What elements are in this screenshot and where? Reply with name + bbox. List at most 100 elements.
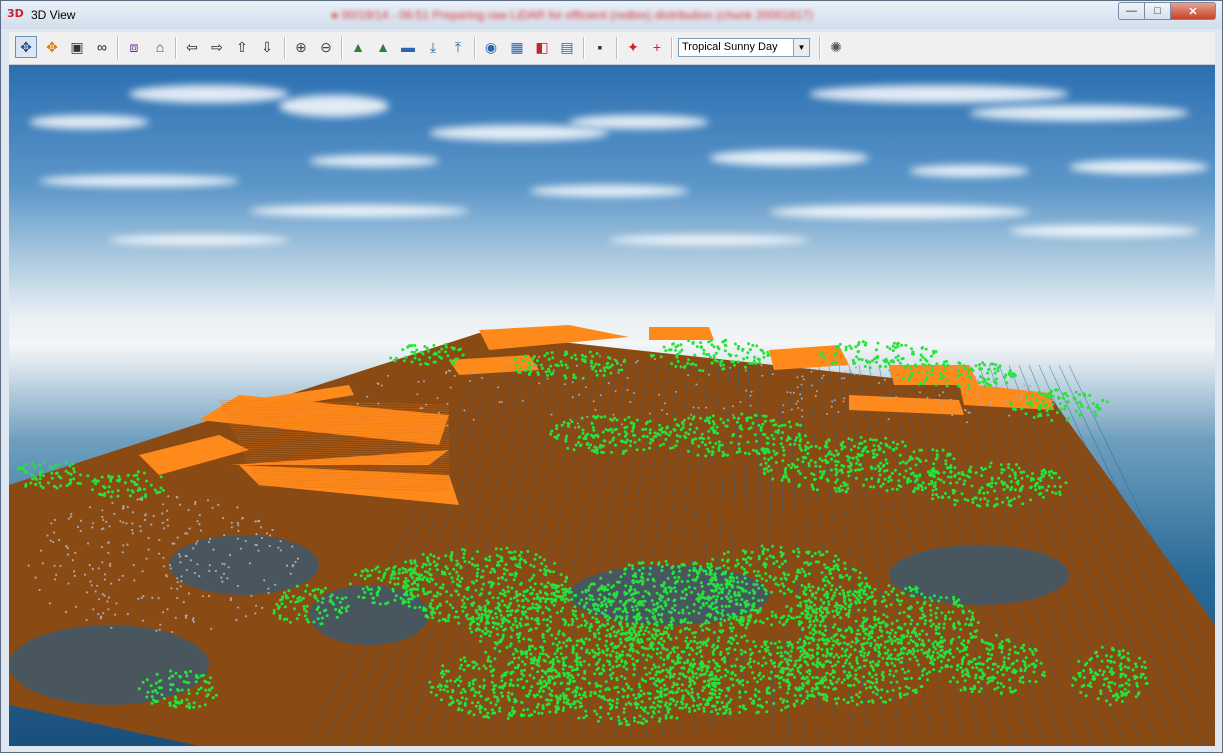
vegetation-point xyxy=(479,619,483,623)
binoculars-tool-button[interactable]: ∞ xyxy=(91,36,113,58)
title-bar[interactable]: 3D 3D View ● 00/19/14 - 06:51 Preparing … xyxy=(1,1,1222,29)
unclassified-point xyxy=(104,573,107,576)
arrow-down-button[interactable]: ⇩ xyxy=(256,36,278,58)
vegetation-point xyxy=(942,622,946,626)
zoom-out-button[interactable]: ⊖ xyxy=(315,36,337,58)
vegetation-point xyxy=(719,617,723,621)
vegetation-point xyxy=(471,682,475,686)
vegetation-point xyxy=(431,616,435,620)
vegetation-point xyxy=(783,573,787,577)
box-tool-button[interactable]: ⧈ xyxy=(123,36,145,58)
vegetation-point xyxy=(960,470,964,474)
vegetation-point xyxy=(694,631,697,634)
home-tool-button[interactable]: ⌂ xyxy=(149,36,171,58)
vegetation-point xyxy=(763,472,767,476)
record-tool-button[interactable]: ◧ xyxy=(531,36,553,58)
crosshair-red-button[interactable]: ✦ xyxy=(622,36,644,58)
vegetation-point xyxy=(699,673,703,677)
vegetation-point xyxy=(726,566,730,570)
unclassified-point xyxy=(150,523,153,526)
zoom-in-button[interactable]: ⊕ xyxy=(290,36,312,58)
raise-level-button[interactable]: ⤒ xyxy=(447,36,469,58)
vegetation-point xyxy=(971,500,975,504)
vegetation-point xyxy=(656,647,659,651)
vegetation-point xyxy=(953,473,957,477)
vegetation-point xyxy=(523,662,527,666)
vegetation-point xyxy=(625,720,628,723)
vegetation-point xyxy=(492,568,496,572)
vegetation-point xyxy=(779,646,783,649)
vegetation-point xyxy=(511,623,515,627)
vegetation-point xyxy=(882,595,885,599)
vegetation-point xyxy=(683,627,687,631)
crosshair-thin-button[interactable]: + xyxy=(646,36,668,58)
vegetation-point xyxy=(610,641,614,645)
vegetation-point xyxy=(699,341,702,345)
obscured-status-text: ● 00/19/14 - 06:51 Preparing raw LiDAR f… xyxy=(331,8,813,22)
unclassified-point xyxy=(854,366,857,369)
vegetation-point xyxy=(556,647,560,651)
vegetation-point xyxy=(646,654,650,657)
3d-viewport[interactable] xyxy=(9,65,1215,746)
vegetation-point xyxy=(702,603,705,607)
clapper-tool-button[interactable]: ▤ xyxy=(556,36,578,58)
settings-tool-button[interactable]: ✺ xyxy=(825,36,847,58)
unclassified-point xyxy=(97,598,101,601)
unclassified-point xyxy=(176,577,179,580)
vegetation-point xyxy=(709,581,713,585)
vegetation-point xyxy=(1045,488,1049,492)
arrow-left-button[interactable]: ⇦ xyxy=(181,36,203,58)
vegetation-point xyxy=(606,361,610,365)
move-tool-button[interactable]: ✥ xyxy=(41,36,63,58)
unclassified-point xyxy=(661,409,664,412)
terrain-view-1-button[interactable]: ▲ xyxy=(347,36,369,58)
unclassified-point xyxy=(147,536,150,540)
vegetation-point xyxy=(594,369,598,373)
vegetation-point xyxy=(896,442,900,446)
vegetation-point xyxy=(719,623,723,627)
movie-tool-button[interactable]: ▦ xyxy=(506,36,528,58)
layers-tool-button[interactable]: ▣ xyxy=(66,36,88,58)
dropdown-arrow-icon[interactable]: ▼ xyxy=(793,39,809,56)
vegetation-point xyxy=(614,646,618,649)
point-cloud-scene[interactable] xyxy=(9,65,1215,746)
maximize-button[interactable]: □ xyxy=(1145,2,1171,20)
close-button[interactable]: ✕ xyxy=(1171,2,1216,20)
vegetation-point xyxy=(902,475,906,479)
save-tool-button[interactable]: ▪ xyxy=(589,36,611,58)
sky-preset-dropdown[interactable]: Tropical Sunny Day ▼ xyxy=(678,38,810,57)
vegetation-point xyxy=(670,362,674,366)
vegetation-point xyxy=(875,348,878,352)
vegetation-point xyxy=(673,576,677,579)
vegetation-point xyxy=(624,632,628,636)
vegetation-point xyxy=(859,653,863,657)
vegetation-point xyxy=(859,596,863,600)
vegetation-point xyxy=(600,584,604,588)
pan-tool-button[interactable]: ✥ xyxy=(15,36,37,58)
arrow-up-button[interactable]: ⇧ xyxy=(231,36,253,58)
vegetation-point xyxy=(786,573,790,577)
unclassified-point xyxy=(85,618,88,622)
camera-tool-button[interactable]: ◉ xyxy=(480,36,502,58)
vegetation-point xyxy=(798,443,801,447)
vegetation-point xyxy=(744,589,748,593)
unclassified-point xyxy=(761,374,764,377)
vegetation-point xyxy=(808,604,812,608)
terrain-view-2-button[interactable]: ▲ xyxy=(372,36,394,58)
lower-level-button[interactable]: ⤓ xyxy=(422,36,444,58)
vegetation-point xyxy=(878,365,882,369)
vegetation-point xyxy=(725,686,729,690)
vegetation-point xyxy=(684,431,688,435)
water-level-button[interactable]: ▬ xyxy=(397,36,419,58)
minimize-button[interactable]: — xyxy=(1118,2,1145,20)
vegetation-point xyxy=(834,473,838,477)
vegetation-point xyxy=(729,622,733,626)
vegetation-point xyxy=(633,572,637,576)
arrow-right-button[interactable]: ⇨ xyxy=(206,36,228,58)
vegetation-point xyxy=(920,488,924,492)
vegetation-point xyxy=(739,434,742,438)
vegetation-point xyxy=(612,610,616,614)
vegetation-point xyxy=(549,620,553,624)
vegetation-point xyxy=(920,629,924,633)
vegetation-point xyxy=(608,616,612,620)
